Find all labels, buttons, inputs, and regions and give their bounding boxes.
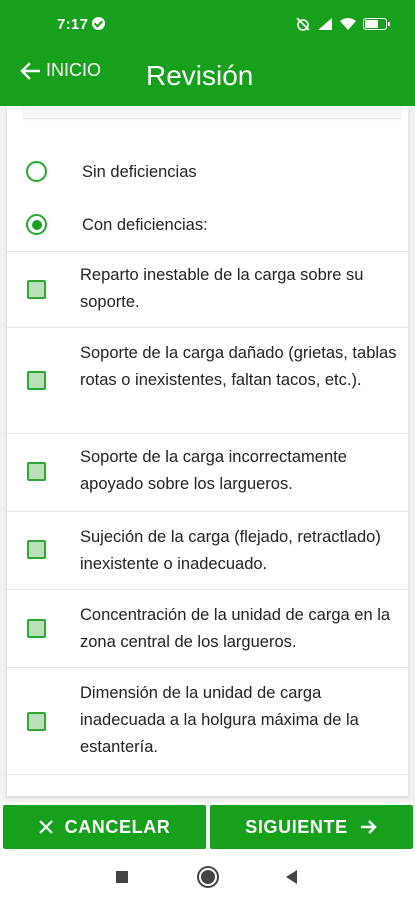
radio-con-deficiencias[interactable]: Con deficiencias: bbox=[7, 204, 408, 244]
deficiency-item[interactable]: Dimensión de la unidad de carga inadecua… bbox=[7, 667, 408, 775]
deficiency-label: Soporte de la carga incorrectamente apoy… bbox=[80, 448, 347, 493]
app-bar: 7:17 INICIO Revisión bbox=[0, 0, 415, 106]
status-bar: 7:17 bbox=[0, 0, 415, 50]
deficiency-label: Sujeción de la carga (flejado, retractla… bbox=[80, 528, 381, 573]
back-label: INICIO bbox=[46, 60, 102, 80]
checkbox[interactable] bbox=[27, 712, 46, 731]
deficiency-label: Dimensión de la unidad de carga inadecua… bbox=[80, 684, 359, 756]
close-icon bbox=[38, 820, 53, 834]
signal-icon bbox=[318, 18, 332, 30]
bottom-bar: CANCELAR SIGUIENTE bbox=[0, 802, 415, 900]
home-circle-icon[interactable] bbox=[199, 868, 217, 886]
checkbox[interactable] bbox=[27, 280, 46, 299]
deficiency-item[interactable]: Soporte de la carga dañado (grietas, tab… bbox=[7, 327, 408, 433]
radio-button-selected[interactable] bbox=[26, 214, 47, 235]
radio-label: Sin deficiencias bbox=[82, 163, 197, 181]
radio-label: Con deficiencias: bbox=[82, 216, 208, 234]
alarm-off-icon bbox=[296, 17, 310, 31]
checkbox[interactable] bbox=[27, 462, 46, 481]
deficiency-label: Reparto inestable de la carga sobre su s… bbox=[80, 266, 364, 311]
radio-button[interactable] bbox=[26, 161, 47, 182]
check-circle-icon bbox=[92, 17, 105, 30]
radio-sin-deficiencias[interactable]: Sin deficiencias bbox=[7, 151, 408, 191]
cancel-button[interactable]: CANCELAR bbox=[3, 805, 206, 849]
back-triangle-icon[interactable] bbox=[286, 870, 297, 884]
arrow-left-icon bbox=[20, 61, 40, 80]
content-area: Sin deficiencias Con deficiencias: Repar… bbox=[0, 106, 415, 802]
wifi-icon bbox=[340, 18, 356, 30]
system-nav-bar bbox=[0, 854, 415, 900]
deficiency-label: Soporte de la carga dañado (grietas, tab… bbox=[80, 344, 397, 389]
deficiency-item[interactable]: Soporte de la carga incorrectamente apoy… bbox=[7, 433, 408, 511]
page-title: Revisión bbox=[146, 60, 254, 91]
back-button[interactable]: INICIO bbox=[20, 60, 101, 81]
checkbox[interactable] bbox=[27, 371, 46, 390]
deficiency-item[interactable]: Concentración de la unidad de carga en l… bbox=[7, 589, 408, 667]
next-button[interactable]: SIGUIENTE bbox=[210, 805, 413, 849]
checkbox[interactable] bbox=[27, 619, 46, 638]
arrow-right-icon bbox=[360, 820, 377, 834]
cancel-label: CANCELAR bbox=[64, 816, 171, 837]
deficiency-item[interactable]: Sujeción de la carga (flejado, retractla… bbox=[7, 511, 408, 589]
recents-square-icon[interactable] bbox=[116, 871, 128, 883]
status-time: 7:17 bbox=[57, 16, 89, 33]
text-field[interactable] bbox=[23, 106, 401, 118]
deficiency-item[interactable]: Reparto inestable de la carga sobre su s… bbox=[7, 251, 408, 327]
battery-icon bbox=[363, 18, 390, 30]
next-label: SIGUIENTE bbox=[245, 816, 348, 837]
status-icons bbox=[295, 14, 390, 34]
checkbox[interactable] bbox=[27, 540, 46, 559]
review-card: Sin deficiencias Con deficiencias: Repar… bbox=[7, 106, 408, 796]
deficiency-label: Concentración de la unidad de carga en l… bbox=[80, 606, 391, 651]
